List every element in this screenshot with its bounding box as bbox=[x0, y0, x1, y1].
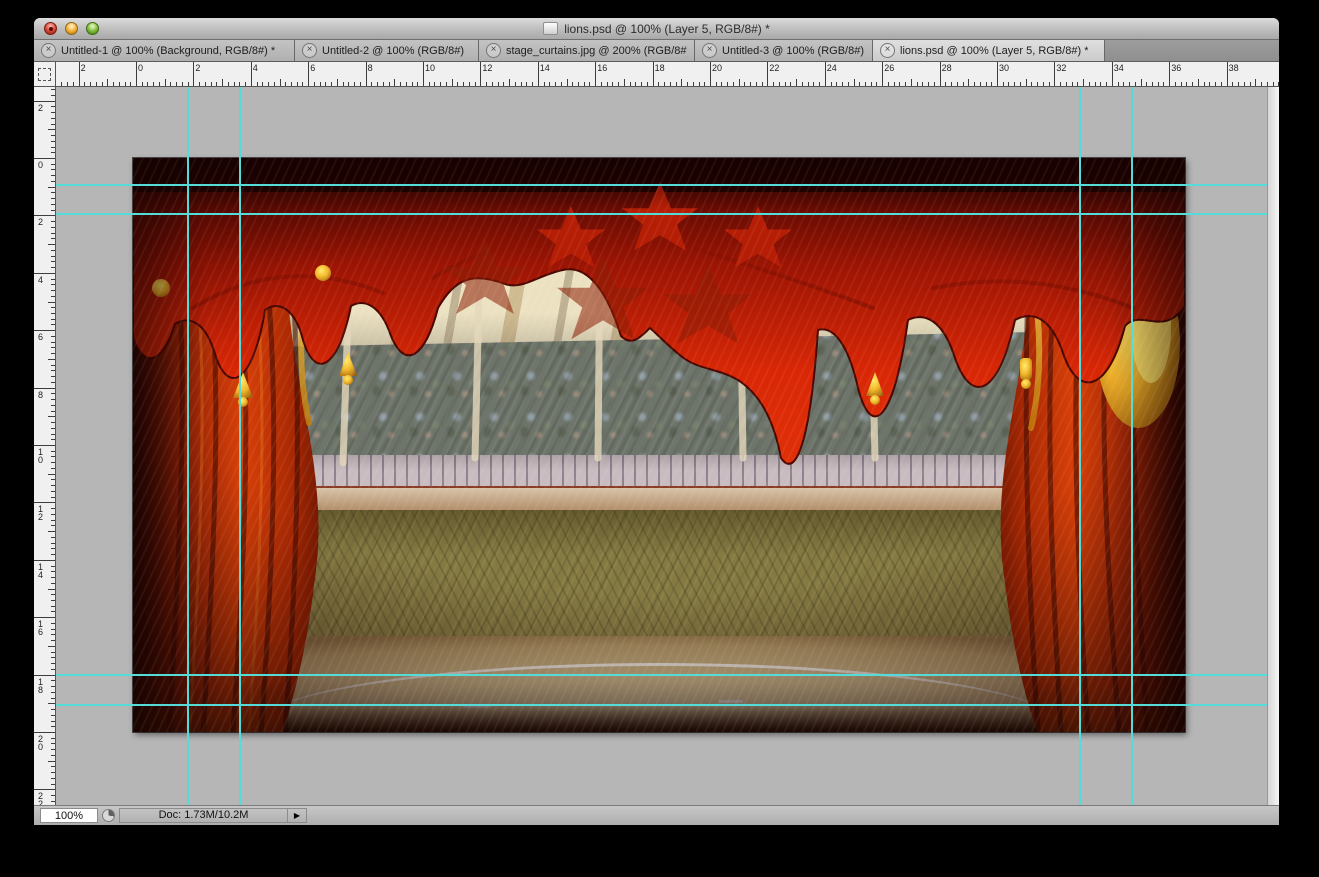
photoshop-window: lions.psd @ 100% (Layer 5, RGB/8#) * × Un… bbox=[34, 18, 1279, 825]
guide-horizontal[interactable] bbox=[56, 704, 1267, 706]
tab-2[interactable]: × Untitled-2 @ 100% (RGB/8#) bbox=[295, 40, 479, 61]
window-title: lions.psd @ 100% (Layer 5, RGB/8#) * bbox=[564, 22, 770, 36]
guide-vertical[interactable] bbox=[187, 87, 189, 805]
guide-horizontal[interactable] bbox=[56, 213, 1267, 215]
tab-strip: × Untitled-1 @ 100% (Background, RGB/8#) … bbox=[34, 40, 1105, 61]
vertical-ruler[interactable]: 2024681 01 21 41 61 82 02 2 bbox=[34, 87, 56, 805]
tab-close-icon[interactable]: × bbox=[486, 43, 501, 58]
tab-label: lions.psd @ 100% (Layer 5, RGB/8#) * bbox=[900, 45, 1088, 57]
title-bar[interactable]: lions.psd @ 100% (Layer 5, RGB/8#) * bbox=[34, 18, 1279, 40]
tab-1[interactable]: × Untitled-1 @ 100% (Background, RGB/8#) … bbox=[34, 40, 295, 61]
ruler-origin[interactable] bbox=[34, 62, 56, 87]
main-area: 2024681 01 21 41 61 82 02 2 bbox=[34, 87, 1279, 805]
document-icon bbox=[543, 22, 558, 35]
tab-label: Untitled-2 @ 100% (RGB/8#) bbox=[322, 45, 464, 57]
tab-close-icon[interactable]: × bbox=[702, 43, 717, 58]
tab-4[interactable]: × Untitled-3 @ 100% (RGB/8#) bbox=[695, 40, 873, 61]
traffic-lights bbox=[44, 22, 99, 35]
tab-5[interactable]: × lions.psd @ 100% (Layer 5, RGB/8#) * bbox=[873, 40, 1105, 61]
horizontal-ruler[interactable]: 202468101214161820222426283032343638 bbox=[56, 62, 1279, 87]
ruler-origin-icon bbox=[38, 68, 51, 81]
vertical-scrollbar[interactable] bbox=[1267, 87, 1279, 805]
tab-close-icon[interactable]: × bbox=[880, 43, 895, 58]
tab-close-icon[interactable]: × bbox=[41, 43, 56, 58]
tab-label: Untitled-3 @ 100% (RGB/8#) bbox=[722, 45, 864, 57]
guide-vertical[interactable] bbox=[1079, 87, 1081, 805]
tab-bar: × Untitled-1 @ 100% (Background, RGB/8#) … bbox=[34, 40, 1279, 62]
canvas-image[interactable] bbox=[133, 158, 1185, 732]
minimize-button[interactable] bbox=[65, 22, 78, 35]
guide-horizontal[interactable] bbox=[56, 674, 1267, 676]
status-menu-icon[interactable] bbox=[102, 809, 115, 822]
tab-label: Untitled-1 @ 100% (Background, RGB/8#) * bbox=[61, 45, 275, 57]
guide-vertical[interactable] bbox=[1131, 87, 1133, 805]
tab-bar-spacer bbox=[1105, 40, 1279, 61]
guide-vertical[interactable] bbox=[239, 87, 241, 805]
tab-label: stage_curtains.jpg @ 200% (RGB/8#) bbox=[506, 45, 687, 57]
doc-info-field[interactable]: Doc: 1.73M/10.2M ▶ bbox=[119, 808, 307, 823]
tab-3[interactable]: × stage_curtains.jpg @ 200% (RGB/8#) bbox=[479, 40, 695, 61]
doc-info-text: Doc: 1.73M/10.2M bbox=[120, 809, 287, 822]
tab-close-icon[interactable]: × bbox=[302, 43, 317, 58]
artwork-texture bbox=[133, 158, 1185, 732]
close-button[interactable] bbox=[44, 22, 57, 35]
zoom-button[interactable] bbox=[86, 22, 99, 35]
ruler-row: 202468101214161820222426283032343638 bbox=[34, 62, 1279, 87]
doc-info-arrow-icon[interactable]: ▶ bbox=[287, 809, 306, 822]
guide-horizontal[interactable] bbox=[56, 184, 1267, 186]
status-bar: 100% Doc: 1.73M/10.2M ▶ bbox=[34, 805, 1279, 825]
zoom-level-field[interactable]: 100% bbox=[40, 808, 98, 823]
canvas-pane[interactable] bbox=[56, 87, 1267, 805]
